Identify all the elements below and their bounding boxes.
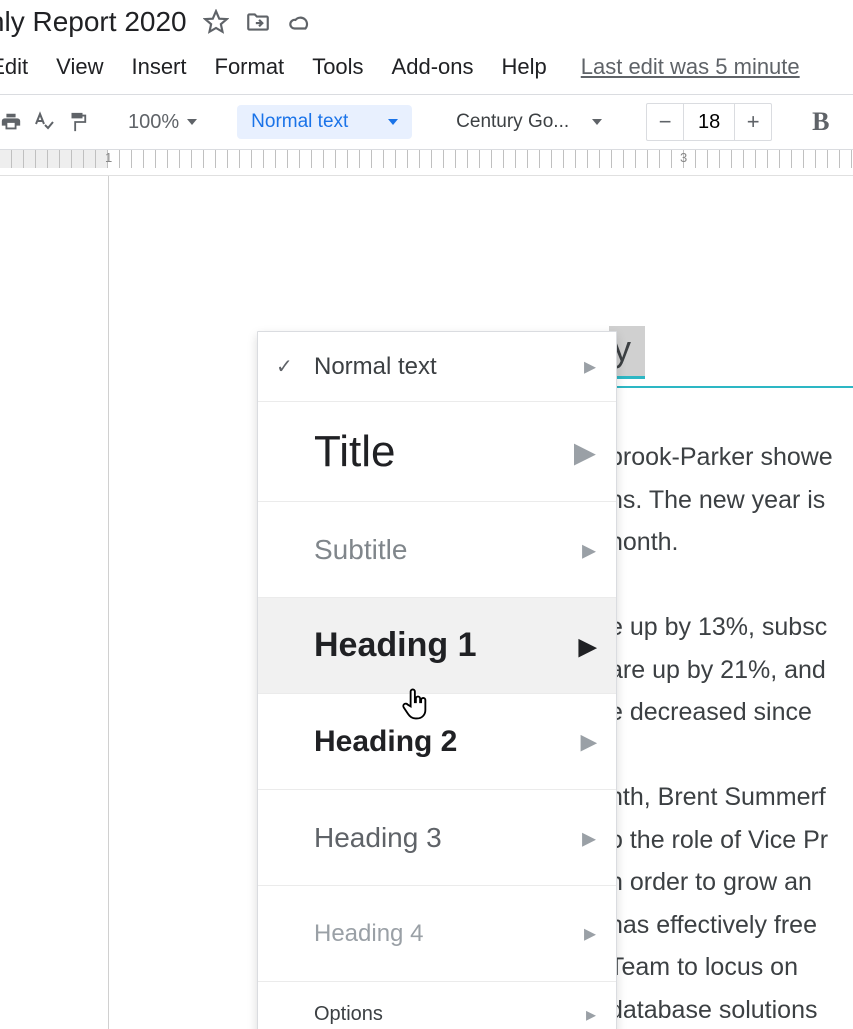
style-option-label: Heading 3: [314, 822, 442, 854]
style-option-title[interactable]: Title ▸: [258, 402, 616, 502]
chevron-right-icon: ▸: [581, 724, 596, 759]
zoom-value: 100%: [128, 111, 179, 134]
spellcheck-icon[interactable]: [32, 107, 56, 137]
chevron-right-icon: ▸: [574, 426, 596, 477]
menu-bar: e Edit View Insert Format Tools Add-ons …: [0, 44, 853, 95]
paragraph-style-dropdown[interactable]: Normal text: [237, 105, 412, 139]
chevron-right-icon: ▸: [586, 1002, 596, 1027]
style-option-label: Heading 1: [314, 626, 476, 665]
menu-tools[interactable]: Tools: [312, 54, 363, 80]
style-option-heading-1[interactable]: Heading 1 ▸: [258, 598, 616, 694]
paint-format-icon[interactable]: [66, 107, 88, 137]
chevron-right-icon: ▸: [582, 533, 596, 566]
menu-insert[interactable]: Insert: [131, 54, 186, 80]
horizontal-ruler[interactable]: 1 3: [0, 150, 853, 176]
style-option-options[interactable]: Options ▸: [258, 982, 616, 1029]
title-row: onthly Report 2020: [0, 0, 853, 44]
heading-underline: [609, 386, 853, 388]
font-size-control: − +: [646, 103, 772, 141]
style-option-label: Subtitle: [314, 534, 407, 566]
menu-view[interactable]: View: [56, 54, 103, 80]
menu-format[interactable]: Format: [215, 54, 285, 80]
menu-addons[interactable]: Add-ons: [392, 54, 474, 80]
style-option-label: Heading 2: [314, 725, 457, 759]
ruler-mark: 1: [105, 150, 112, 165]
last-edit-link[interactable]: Last edit was 5 minute: [581, 54, 800, 80]
font-label: Century Go...: [456, 111, 569, 133]
print-icon[interactable]: [0, 107, 22, 137]
chevron-right-icon: ▸: [582, 821, 596, 854]
toolbar: 100% Normal text Century Go... − + B I: [0, 95, 853, 150]
style-option-normal-text[interactable]: ✓ Normal text ▸: [258, 332, 616, 402]
font-dropdown[interactable]: Century Go...: [444, 105, 614, 139]
document-title[interactable]: onthly Report 2020: [0, 6, 187, 38]
bold-button[interactable]: B: [804, 107, 837, 137]
style-option-heading-2[interactable]: Heading 2 ▸: [258, 694, 616, 790]
ruler-mark: 3: [680, 150, 687, 165]
paragraph-style-label: Normal text: [251, 111, 348, 133]
chevron-down-icon: [592, 119, 602, 125]
style-option-label: Title: [314, 427, 396, 477]
style-option-heading-3[interactable]: Heading 3 ▸: [258, 790, 616, 886]
style-option-label: Heading 4: [314, 920, 423, 948]
document-canvas: y brook-Parker showe ns. The new year is…: [0, 176, 853, 1029]
chevron-down-icon: [388, 119, 398, 125]
chevron-right-icon: ▸: [584, 919, 596, 948]
style-option-subtitle[interactable]: Subtitle ▸: [258, 502, 616, 598]
font-size-increase-button[interactable]: +: [735, 104, 771, 140]
menu-edit[interactable]: Edit: [0, 54, 28, 80]
italic-button[interactable]: I: [848, 107, 853, 137]
font-size-decrease-button[interactable]: −: [647, 104, 683, 140]
chevron-right-icon: ▸: [584, 352, 596, 381]
cloud-icon[interactable]: [287, 9, 313, 35]
chevron-down-icon: [187, 119, 197, 125]
style-option-label: Options: [314, 1003, 383, 1026]
check-icon: ✓: [276, 354, 293, 379]
move-folder-icon[interactable]: [245, 9, 271, 35]
document-body-text[interactable]: brook-Parker showe ns. The new year is n…: [609, 436, 853, 1029]
star-icon[interactable]: [203, 9, 229, 35]
style-option-label: Normal text: [314, 353, 437, 381]
menu-help[interactable]: Help: [502, 54, 547, 80]
zoom-dropdown[interactable]: 100%: [120, 111, 205, 134]
paragraph-style-menu: ✓ Normal text ▸ Title ▸ Subtitle ▸ Headi…: [257, 331, 617, 1029]
font-size-input[interactable]: [683, 104, 735, 140]
style-option-heading-4[interactable]: Heading 4 ▸: [258, 886, 616, 982]
chevron-right-icon: ▸: [579, 626, 596, 666]
